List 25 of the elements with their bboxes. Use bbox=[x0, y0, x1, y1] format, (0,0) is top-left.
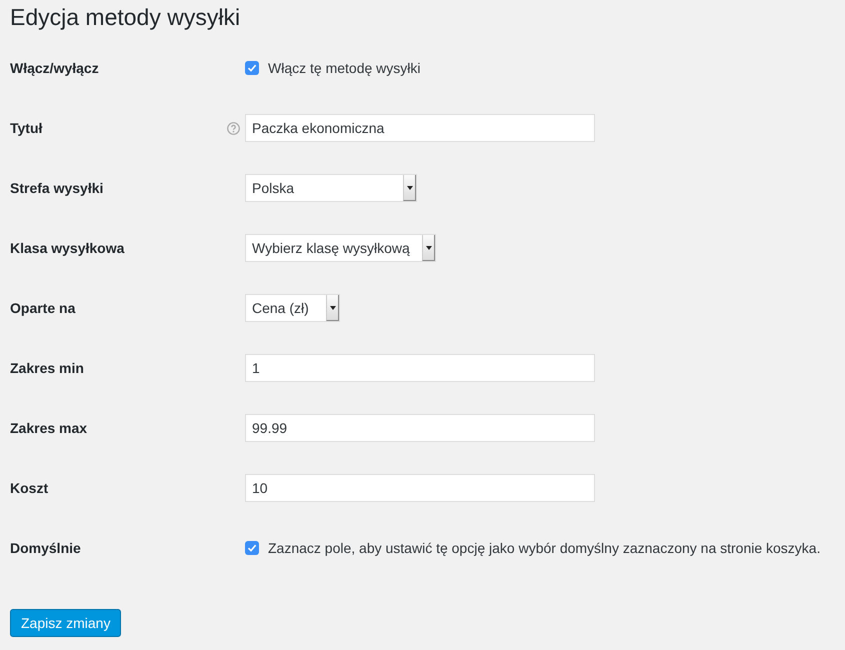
text-field[interactable]: 99.99 bbox=[245, 414, 595, 442]
field-label: Oparte na bbox=[10, 300, 76, 316]
text-field[interactable]: Paczka ekonomiczna bbox=[245, 114, 595, 142]
field-label: Zakres max bbox=[10, 420, 88, 436]
field-label: Domyślnie bbox=[10, 540, 82, 556]
field-label: Włącz/wyłącz bbox=[10, 60, 100, 76]
select-dropdown[interactable]: Wybierz klasę wysyłkową bbox=[245, 234, 436, 262]
caret-icon bbox=[330, 306, 336, 310]
checkbox[interactable] bbox=[245, 61, 259, 75]
checkbox-label: Włącz tę metodę wysyłki bbox=[268, 60, 420, 76]
text-field[interactable]: 1 bbox=[245, 354, 595, 382]
field-label: Zakres min bbox=[10, 360, 85, 376]
field-label: Klasa wysyłkowa bbox=[10, 240, 126, 256]
checkbox-label: Zaznacz pole, aby ustawić tę opcję jako wybór domyślny zaznaczony na stronie koszyka. bbox=[268, 540, 820, 556]
help-icon[interactable] bbox=[227, 122, 240, 134]
text-field[interactable]: 10 bbox=[245, 474, 595, 502]
checkbox[interactable] bbox=[245, 541, 259, 555]
field-label: Tytuł bbox=[10, 120, 44, 136]
select-dropdown[interactable]: Polska bbox=[245, 174, 417, 202]
caret-icon bbox=[406, 186, 412, 190]
field-label: Koszt bbox=[10, 480, 50, 496]
select-dropdown[interactable]: Cena (zł) bbox=[245, 294, 340, 322]
caret-icon bbox=[426, 246, 432, 250]
field-label: Strefa wysyłki bbox=[10, 180, 104, 196]
page-title: Edycja metody wysyłki bbox=[10, 4, 240, 32]
